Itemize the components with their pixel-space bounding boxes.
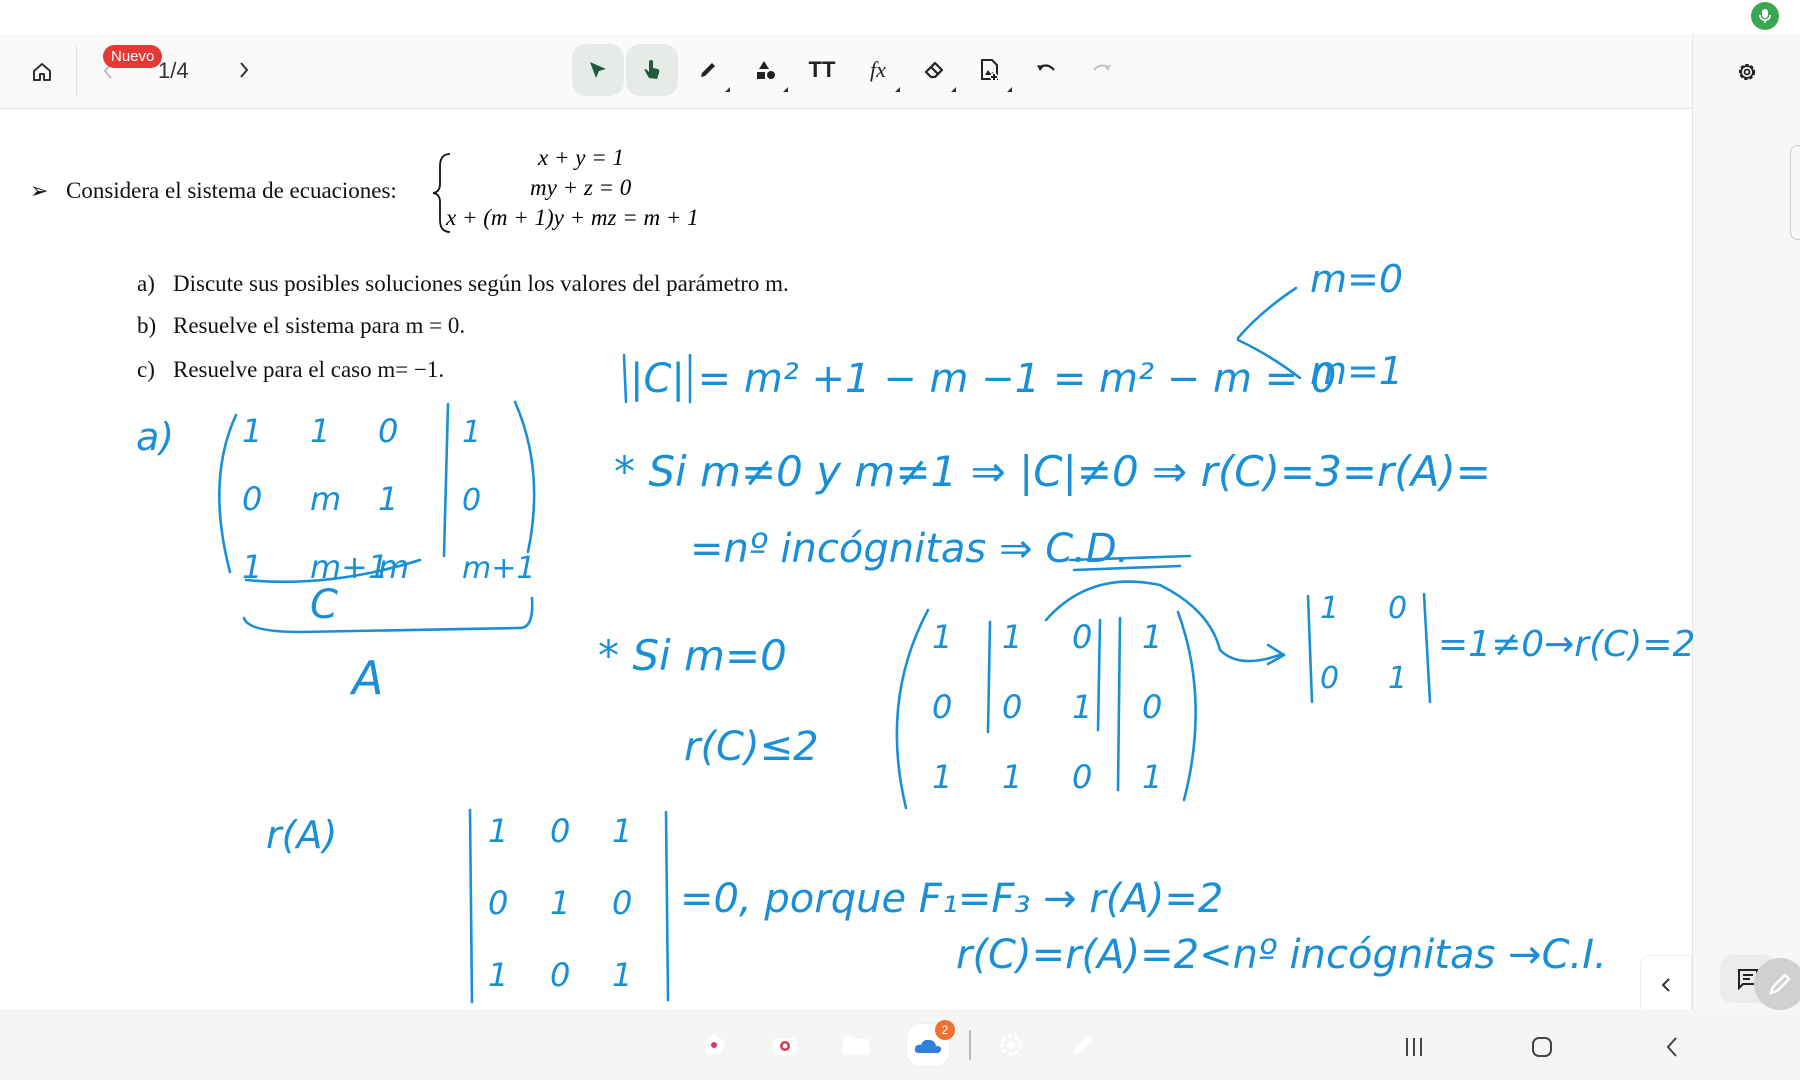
undo-icon xyxy=(1037,64,1055,71)
shapes-tool[interactable] xyxy=(740,44,792,96)
toolbar-divider xyxy=(76,46,77,96)
pen-icon xyxy=(701,63,715,77)
back-nav-button[interactable] xyxy=(1652,1030,1692,1064)
right-side-panel xyxy=(1692,34,1800,1010)
equation-1: x + y = 1 xyxy=(538,145,624,170)
status-strip xyxy=(0,0,1800,34)
microphone-indicator xyxy=(1751,2,1779,30)
chevron-right-icon xyxy=(240,62,249,78)
shapes-icon xyxy=(757,61,775,79)
text-tool[interactable]: TT xyxy=(796,44,848,96)
insert-image-icon xyxy=(981,59,998,81)
select-tool[interactable] xyxy=(572,44,624,96)
equation-3: x + (m + 1)y + mz = m + 1 xyxy=(446,205,699,230)
hand-pan-icon xyxy=(644,60,660,79)
submenu-corner xyxy=(895,87,900,92)
item-letter-a: a) xyxy=(137,271,155,296)
notes-app[interactable] xyxy=(1061,1023,1105,1067)
home-icon xyxy=(33,63,51,81)
files-app[interactable] xyxy=(834,1023,878,1067)
text-icon: TT xyxy=(808,57,836,82)
redo-button[interactable] xyxy=(1076,44,1128,96)
microphone-icon xyxy=(1759,9,1771,23)
settings-app-icon xyxy=(1000,1034,1022,1056)
next-page-button[interactable] xyxy=(226,52,262,88)
scroll-indicator[interactable] xyxy=(1790,145,1800,240)
hand-tool[interactable] xyxy=(626,44,678,96)
flower-app-icon xyxy=(703,1034,725,1055)
settings-button[interactable] xyxy=(1727,52,1767,92)
recent-apps-button[interactable] xyxy=(1394,1030,1434,1064)
folder-app-icon xyxy=(843,1036,869,1055)
redo-icon xyxy=(1093,64,1111,71)
note-canvas[interactable] xyxy=(0,110,1692,1010)
home-nav-button[interactable] xyxy=(1522,1030,1562,1064)
problem-statement: Considera el sistema de ecuaciones: xyxy=(66,178,397,203)
page-indicator: 1/4 xyxy=(158,58,189,83)
taskbar-divider xyxy=(969,1030,971,1060)
recent-apps-icon xyxy=(1406,1038,1422,1056)
submenu-corner xyxy=(783,87,788,92)
eraser-icon xyxy=(924,61,944,79)
item-letter-c: c) xyxy=(137,357,155,382)
new-badge: Nuevo xyxy=(103,45,163,68)
formula-icon: fx xyxy=(870,57,886,82)
item-text-c: Resuelve para el caso m= −1. xyxy=(173,357,445,382)
submenu-corner xyxy=(725,87,730,92)
notes-app-icon xyxy=(1074,1036,1092,1054)
item-text-b: Resuelve el sistema para m = 0. xyxy=(173,313,466,338)
item-text-a: Discute sus posibles soluciones según lo… xyxy=(173,271,789,296)
insert-image-tool[interactable] xyxy=(964,44,1016,96)
chevron-left-icon xyxy=(1661,978,1670,992)
eraser-tool[interactable] xyxy=(908,44,960,96)
submenu-corner xyxy=(1007,87,1012,92)
camera-app-icon xyxy=(773,1038,797,1055)
home-square-icon xyxy=(1532,1037,1552,1057)
undo-button[interactable] xyxy=(1020,44,1072,96)
submenu-corner xyxy=(951,87,956,92)
back-chevron-icon xyxy=(1666,1037,1677,1057)
camera-app[interactable] xyxy=(763,1023,807,1067)
formula-tool[interactable]: fx xyxy=(852,44,904,96)
equation-2: my + z = 0 xyxy=(530,175,632,200)
collapse-panel-button[interactable] xyxy=(1640,955,1692,1015)
pen-floating-button[interactable] xyxy=(1754,958,1800,1010)
item-letter-b: b) xyxy=(137,313,157,338)
notification-badge: 2 xyxy=(935,1020,955,1040)
bullet-marker: ➢ xyxy=(30,178,49,203)
gear-icon xyxy=(1738,63,1756,81)
settings-app[interactable] xyxy=(989,1023,1033,1067)
gallery-app[interactable] xyxy=(692,1023,736,1067)
pencil-icon xyxy=(1769,973,1791,995)
home-button[interactable] xyxy=(22,52,62,92)
pen-tool[interactable] xyxy=(682,44,734,96)
select-arrow-icon xyxy=(590,62,606,78)
